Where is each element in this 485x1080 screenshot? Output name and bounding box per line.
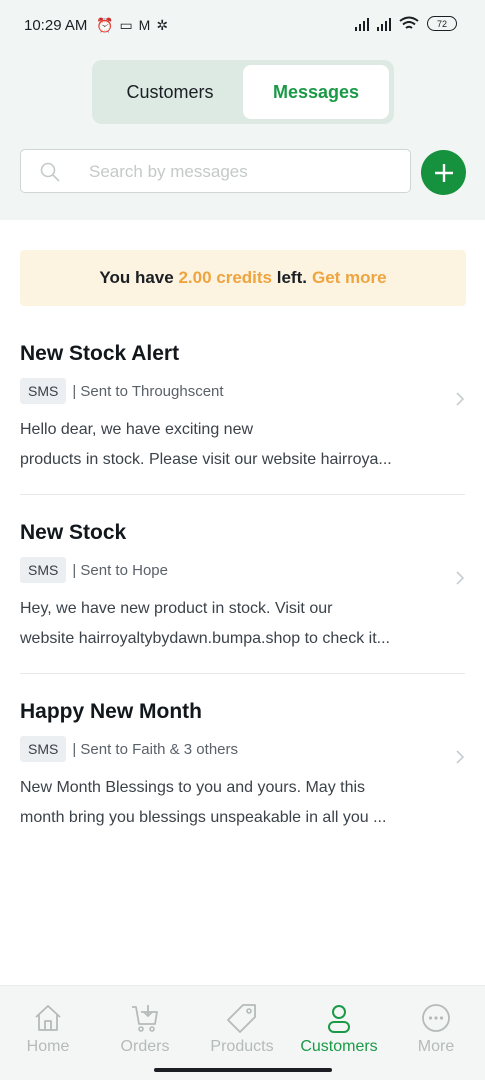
- chevron-right-icon: [456, 392, 465, 406]
- message-item[interactable]: New Stock SMS | Sent to Hope Hey, we hav…: [20, 521, 465, 701]
- nav-orders[interactable]: Orders: [100, 1002, 190, 1056]
- mail-icon: M: [138, 17, 151, 33]
- credits-banner: You have 2.00 credits left. Get more: [20, 250, 466, 306]
- nav-label: More: [417, 1038, 455, 1055]
- message-meta: SMS | Sent to Faith & 3 others: [20, 736, 238, 762]
- tab-customers[interactable]: Customers: [97, 65, 243, 119]
- message-preview: New Month Blessings to you and yours. Ma…: [20, 773, 448, 833]
- signal-icon: [355, 17, 369, 31]
- message-recipient: | Sent to Faith & 3 others: [72, 740, 238, 758]
- status-time: 10:29 AM: [24, 17, 88, 34]
- nav-label: Customers: [300, 1038, 378, 1055]
- nav-products[interactable]: Products: [197, 1002, 287, 1056]
- message-preview-line: Hey, we have new product in stock. Visit…: [20, 600, 333, 617]
- tag-icon: [227, 1004, 256, 1033]
- message-preview: Hey, we have new product in stock. Visit…: [20, 594, 448, 654]
- message-preview-line: website hairroyaltybydawn.bumpa.shop to …: [20, 630, 390, 647]
- plus-icon: [434, 163, 453, 182]
- segmented-tabs: Customers Messages: [92, 60, 394, 124]
- nav-label: Products: [210, 1038, 274, 1055]
- message-preview-line: New Month Blessings to you and yours. Ma…: [20, 779, 366, 796]
- search-input[interactable]: [89, 158, 389, 186]
- message-preview-line: Hello dear, we have exciting new: [20, 421, 254, 438]
- message-title: New Stock Alert: [20, 342, 180, 365]
- message-item[interactable]: Happy New Month SMS | Sent to Faith & 3 …: [20, 700, 465, 880]
- channel-badge: SMS: [20, 736, 67, 762]
- nav-label: Orders: [120, 1038, 170, 1055]
- credits-prefix: You have: [99, 268, 174, 287]
- signal-icon: [377, 17, 391, 31]
- laptop-icon: ▭: [119, 17, 133, 33]
- divider: [20, 673, 465, 674]
- home-icon: [35, 1005, 61, 1031]
- add-message-button[interactable]: [421, 150, 466, 195]
- chevron-right-icon: [456, 750, 465, 764]
- message-title: New Stock: [20, 521, 127, 544]
- wifi-icon: [399, 16, 419, 29]
- home-indicator[interactable]: [154, 1068, 332, 1072]
- bottom-navigation: Home Orders Products Customers More: [0, 985, 485, 1080]
- channel-badge: SMS: [20, 378, 67, 404]
- message-meta: SMS | Sent to Throughscent: [20, 378, 224, 404]
- credits-amount: 2.00 credits: [178, 268, 272, 287]
- search-icon: [40, 162, 60, 182]
- message-meta: SMS | Sent to Hope: [20, 557, 168, 583]
- message-preview-line: month bring you blessings unspeakable in…: [20, 809, 387, 826]
- more-icon: [422, 1004, 450, 1032]
- status-notification-icons: ⏰ ▭ M ✲: [96, 17, 168, 34]
- channel-badge: SMS: [20, 557, 67, 583]
- settings-icon: ✲: [156, 17, 169, 33]
- message-preview: Hello dear, we have exciting new product…: [20, 415, 448, 475]
- get-more-link[interactable]: Get more: [312, 268, 387, 288]
- nav-customers[interactable]: Customers: [294, 1002, 384, 1056]
- message-recipient: | Sent to Throughscent: [72, 382, 224, 400]
- divider: [20, 494, 465, 495]
- nav-label: Home: [26, 1038, 70, 1055]
- nav-more[interactable]: More: [391, 1002, 481, 1056]
- message-recipient: | Sent to Hope: [72, 561, 168, 579]
- search-box[interactable]: [20, 149, 411, 193]
- nav-home[interactable]: Home: [3, 1002, 93, 1056]
- status-bar: 10:29 AM ⏰ ▭ M ✲ 72: [0, 0, 485, 52]
- chevron-right-icon: [456, 571, 465, 585]
- battery-icon: 72: [427, 16, 457, 31]
- credits-suffix: left.: [276, 268, 307, 287]
- message-preview-line: products in stock. Please visit our webs…: [20, 451, 392, 468]
- user-icon: [328, 1005, 350, 1033]
- message-title: Happy New Month: [20, 700, 202, 723]
- message-item[interactable]: New Stock Alert SMS | Sent to Throughsce…: [20, 342, 465, 522]
- cart-icon: [132, 1005, 158, 1032]
- tab-messages[interactable]: Messages: [243, 65, 389, 119]
- alarm-icon: ⏰: [96, 17, 114, 33]
- status-system-icons: 72: [355, 16, 457, 31]
